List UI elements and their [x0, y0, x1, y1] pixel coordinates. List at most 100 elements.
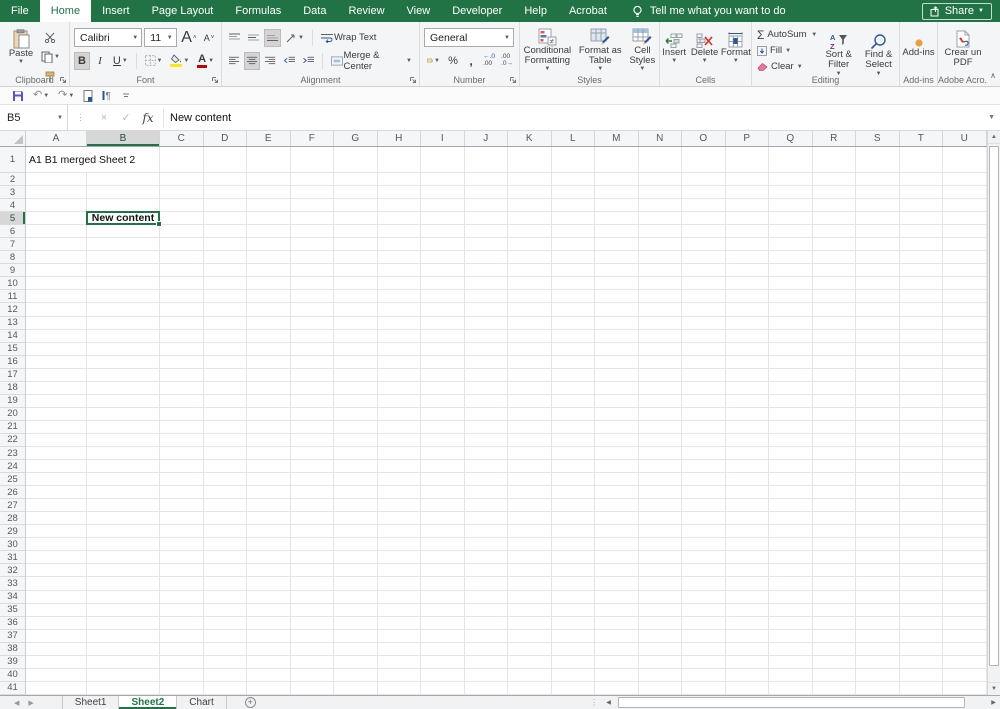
cell-R34[interactable]: [812, 590, 856, 604]
cell-E29[interactable]: [247, 525, 291, 539]
cell-F19[interactable]: [290, 394, 334, 408]
cell-L25[interactable]: [551, 473, 595, 487]
cell-U39[interactable]: [943, 655, 987, 669]
cell-O39[interactable]: [682, 655, 726, 669]
cell-R12[interactable]: [812, 303, 856, 317]
increase-font-button[interactable]: A ˄: [179, 29, 199, 47]
cell-H27[interactable]: [377, 499, 421, 513]
cell-G16[interactable]: [334, 355, 378, 369]
cell-C6[interactable]: [160, 225, 204, 239]
cell-H19[interactable]: [377, 394, 421, 408]
italic-button[interactable]: I: [92, 52, 108, 70]
cell-J10[interactable]: [464, 277, 508, 291]
row-header-38[interactable]: 38: [0, 642, 26, 656]
row-header-30[interactable]: 30: [0, 538, 26, 552]
column-header-O[interactable]: O: [682, 131, 726, 146]
alignment-dialog-launcher[interactable]: [409, 76, 417, 84]
cell-N19[interactable]: [638, 394, 682, 408]
cell-C19[interactable]: [160, 394, 204, 408]
cell-H33[interactable]: [377, 577, 421, 591]
cell-A15[interactable]: [26, 342, 87, 356]
cell-U41[interactable]: [943, 681, 987, 695]
cell-P8[interactable]: [725, 251, 769, 265]
cell-M30[interactable]: [595, 538, 639, 552]
cell-G12[interactable]: [334, 303, 378, 317]
vertical-scroll-thumb[interactable]: [989, 146, 999, 666]
cell-A16[interactable]: [26, 355, 87, 369]
cell-E16[interactable]: [247, 355, 291, 369]
cell-K8[interactable]: [508, 251, 552, 265]
cell-D27[interactable]: [203, 499, 247, 513]
cell-A26[interactable]: [26, 486, 87, 500]
cell-K17[interactable]: [508, 368, 552, 382]
cell-B13[interactable]: [87, 316, 160, 330]
cell-E21[interactable]: [247, 420, 291, 434]
cell-C14[interactable]: [160, 329, 204, 343]
cell-A3[interactable]: [26, 186, 87, 200]
row-header-35[interactable]: 35: [0, 603, 26, 617]
cell-A40[interactable]: [26, 668, 87, 682]
cell-C35[interactable]: [160, 603, 204, 617]
cell-D23[interactable]: [203, 446, 247, 461]
cell-U10[interactable]: [943, 277, 987, 291]
cell-M28[interactable]: [595, 512, 639, 526]
cell-K2[interactable]: [508, 173, 552, 187]
redo-button[interactable]: ↷ ▼: [58, 90, 74, 101]
cell-M15[interactable]: [595, 342, 639, 356]
cell-J24[interactable]: [464, 460, 508, 474]
cell-M10[interactable]: [595, 277, 639, 291]
cell-T11[interactable]: [899, 290, 943, 304]
cell-G7[interactable]: [334, 238, 378, 252]
cell-B37[interactable]: [87, 629, 160, 643]
vertical-scrollbar[interactable]: ▲ ▼: [987, 131, 1000, 695]
cell-M27[interactable]: [595, 499, 639, 513]
insert-cells-button[interactable]: Insert ▼: [660, 25, 688, 72]
cell-T3[interactable]: [899, 186, 943, 200]
cell-E33[interactable]: [247, 577, 291, 591]
cell-A34[interactable]: [26, 590, 87, 604]
cell-E35[interactable]: [247, 603, 291, 617]
cell-T33[interactable]: [899, 577, 943, 591]
cell-P20[interactable]: [725, 407, 769, 421]
cell-K23[interactable]: [508, 446, 552, 461]
cell-J3[interactable]: [464, 186, 508, 200]
cell-Q25[interactable]: [769, 473, 813, 487]
cell-Q20[interactable]: [769, 407, 813, 421]
cell-N20[interactable]: [638, 407, 682, 421]
cell-B40[interactable]: [87, 668, 160, 682]
cell-I15[interactable]: [421, 342, 465, 356]
cell-G3[interactable]: [334, 186, 378, 200]
cell-U31[interactable]: [943, 551, 987, 565]
cell-F27[interactable]: [290, 499, 334, 513]
cell-I36[interactable]: [421, 616, 465, 630]
cell-C41[interactable]: [160, 681, 204, 695]
cell-R14[interactable]: [812, 329, 856, 343]
cell-H41[interactable]: [377, 681, 421, 695]
column-header-L[interactable]: L: [552, 131, 595, 146]
cell-P32[interactable]: [725, 564, 769, 578]
cell-P17[interactable]: [725, 368, 769, 382]
cell-O13[interactable]: [682, 316, 726, 330]
cell-O10[interactable]: [682, 277, 726, 291]
cell-L39[interactable]: [551, 655, 595, 669]
cell-G9[interactable]: [334, 264, 378, 278]
cell-S15[interactable]: [856, 342, 900, 356]
cell-H39[interactable]: [377, 655, 421, 669]
cell-C31[interactable]: [160, 551, 204, 565]
cell-E31[interactable]: [247, 551, 291, 565]
cell-Q38[interactable]: [769, 642, 813, 656]
cell-B12[interactable]: [87, 303, 160, 317]
cell-A24[interactable]: [26, 460, 87, 474]
column-header-E[interactable]: E: [247, 131, 291, 146]
cell-M34[interactable]: [595, 590, 639, 604]
cell-M5[interactable]: [595, 212, 639, 226]
cell-G6[interactable]: [334, 225, 378, 239]
cell-R29[interactable]: [812, 525, 856, 539]
cell-K7[interactable]: [508, 238, 552, 252]
cell-S28[interactable]: [856, 512, 900, 526]
cell-Q41[interactable]: [769, 681, 813, 695]
cell-E22[interactable]: [247, 433, 291, 447]
cell-T1[interactable]: [899, 147, 943, 173]
cell-P6[interactable]: [725, 225, 769, 239]
cell-O27[interactable]: [682, 499, 726, 513]
